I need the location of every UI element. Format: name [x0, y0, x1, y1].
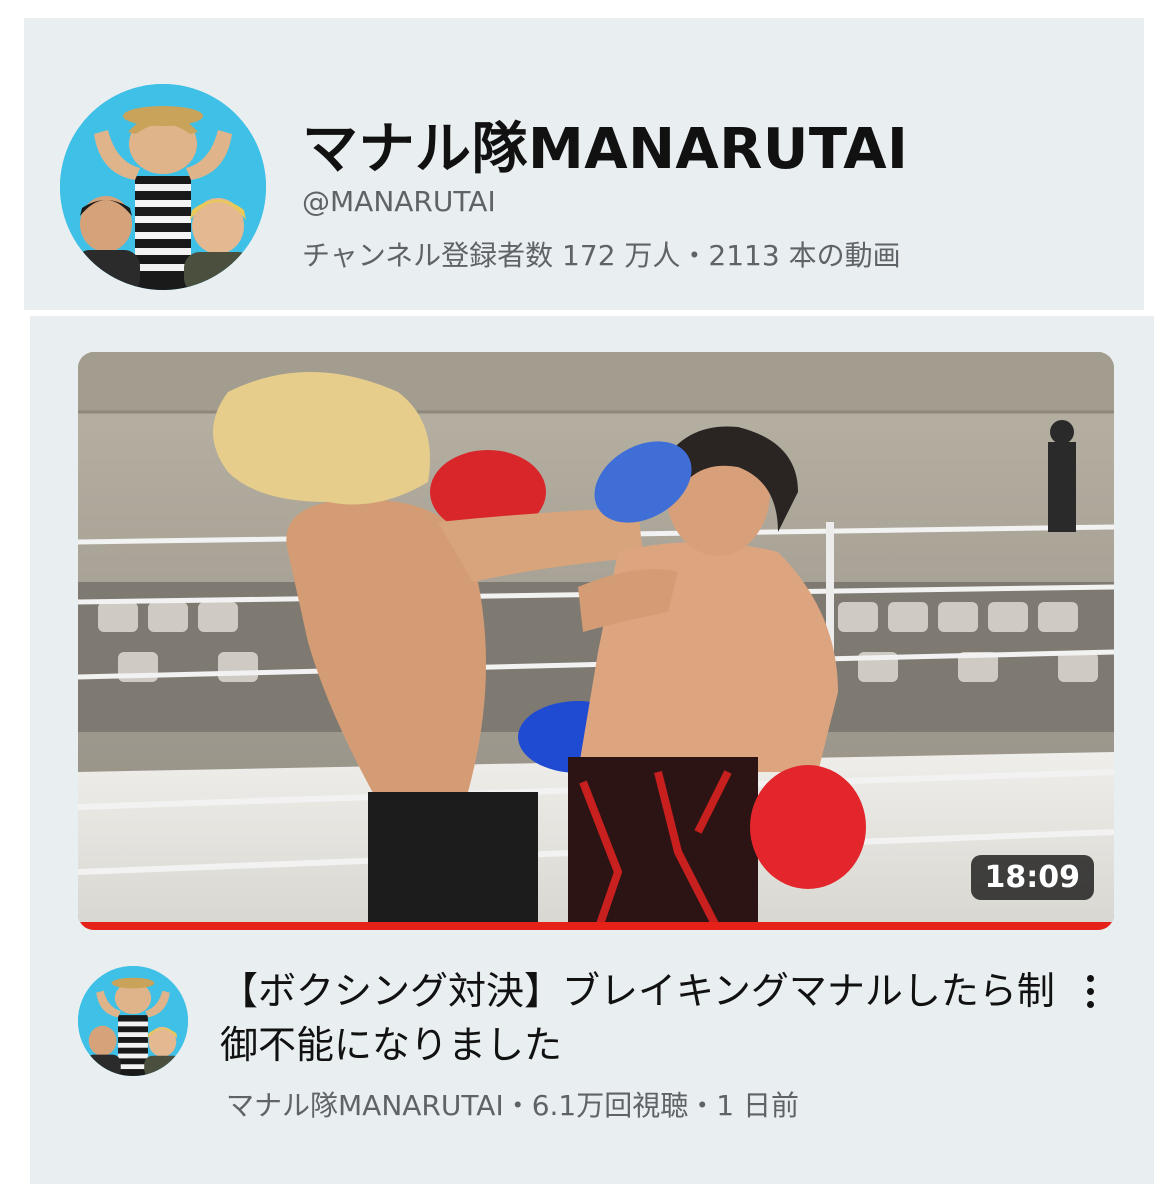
more-options-button[interactable]	[1072, 966, 1108, 1016]
channel-avatar[interactable]	[60, 84, 266, 290]
video-metadata: マナル隊MANARUTAI・6.1万回視聴・1 日前	[226, 1089, 799, 1122]
video-thumbnail[interactable]: 18:09	[78, 352, 1114, 930]
more-vertical-icon	[1086, 987, 1094, 995]
channel-avatar-icon	[78, 966, 188, 1076]
channel-handle: @MANARUTAI	[302, 185, 496, 218]
more-vertical-icon	[1086, 1000, 1094, 1008]
video-item[interactable]: 18:09 【ボクシング対決】ブレイキングマナルしたら制御不能になりました マナ…	[30, 316, 1154, 1184]
channel-name[interactable]: マナル隊MANARUTAI	[302, 104, 908, 185]
duration-badge: 18:09	[970, 855, 1094, 900]
channel-avatar-icon	[60, 84, 266, 290]
page: マナル隊MANARUTAI @MANARUTAI チャンネル登録者数 172 万…	[0, 0, 1170, 1200]
channel-header[interactable]: マナル隊MANARUTAI @MANARUTAI チャンネル登録者数 172 万…	[24, 18, 1144, 310]
more-vertical-icon	[1086, 974, 1094, 982]
watch-progress-fill	[78, 922, 1114, 930]
video-channel-avatar[interactable]	[78, 966, 188, 1076]
video-title[interactable]: 【ボクシング対決】ブレイキングマナルしたら制御不能になりました	[220, 964, 1060, 1072]
channel-subscriber-info: チャンネル登録者数 172 万人・2113 本の動画	[302, 239, 901, 272]
watch-progress-bar	[78, 922, 1114, 930]
boxing-thumbnail-image	[78, 352, 1114, 930]
